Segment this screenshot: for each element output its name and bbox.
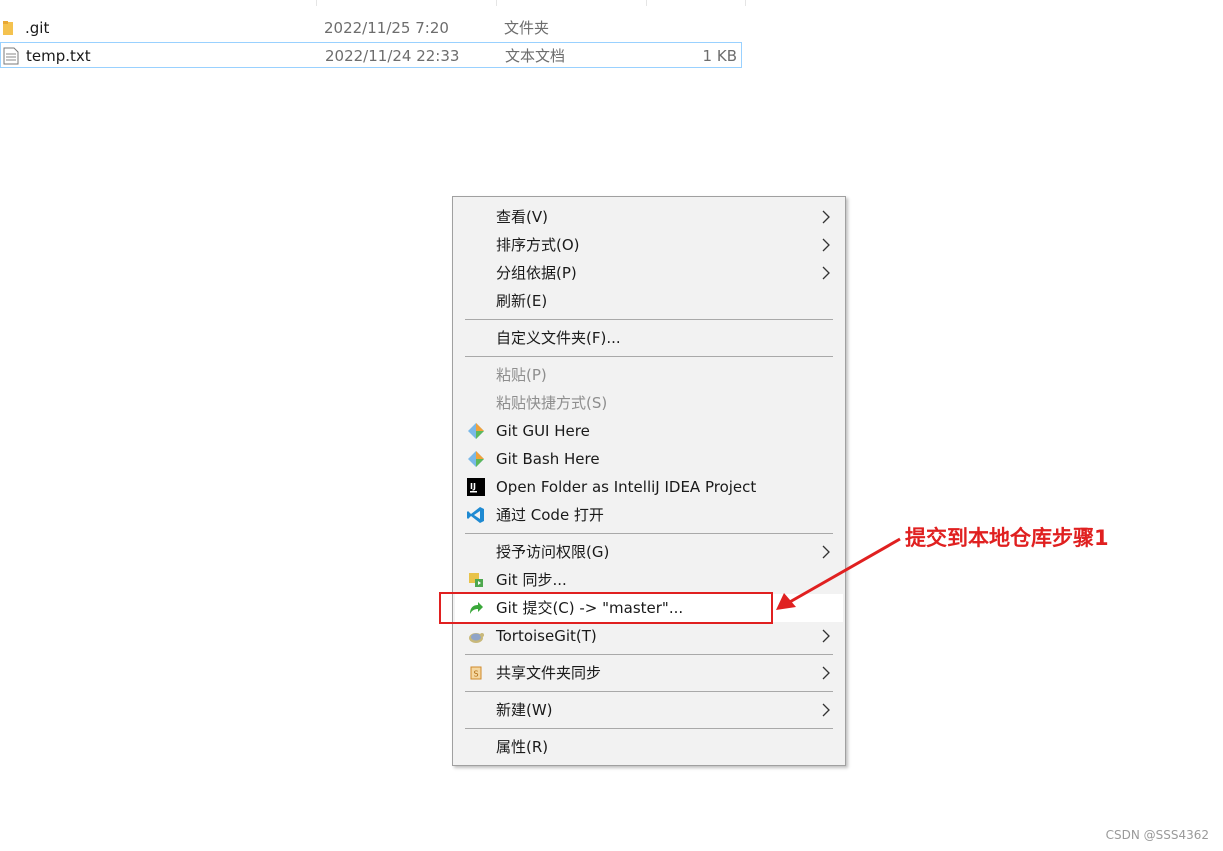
- git-icon: [468, 451, 484, 467]
- tortoisegit-icon: [469, 633, 484, 643]
- menu-item-label: 授予访问权限(G): [496, 543, 610, 561]
- file-date: 2022/11/25 7:20: [324, 19, 449, 37]
- menu-item-label: Git Bash Here: [496, 450, 600, 468]
- column-divider: [496, 0, 497, 6]
- text-file-icon: [3, 47, 19, 65]
- menu-item-label: Git GUI Here: [496, 422, 590, 440]
- chevron-right-icon: [822, 238, 830, 252]
- folder-icon: [3, 21, 13, 35]
- menu-item-view[interactable]: 查看(V): [455, 203, 843, 231]
- menu-item-label: 刷新(E): [496, 292, 548, 310]
- menu-separator: [465, 654, 833, 655]
- share-sync-icon: S: [470, 666, 482, 680]
- file-type: 文本文档: [505, 47, 566, 65]
- menu-item-share-sync[interactable]: S 共享文件夹同步: [455, 659, 843, 687]
- annotation-label: 提交到本地仓库步骤1: [905, 526, 1109, 550]
- file-name: .git: [25, 19, 50, 37]
- chevron-right-icon: [822, 266, 830, 280]
- menu-item-label: 通过 Code 打开: [496, 506, 604, 524]
- column-divider: [316, 0, 317, 6]
- menu-item-git-gui[interactable]: Git GUI Here: [455, 417, 843, 445]
- menu-item-vscode[interactable]: 通过 Code 打开: [455, 501, 843, 529]
- menu-separator: [465, 691, 833, 692]
- chevron-right-icon: [822, 703, 830, 717]
- menu-separator: [465, 533, 833, 534]
- chevron-right-icon: [822, 629, 830, 643]
- menu-item-label: Git 同步...: [496, 571, 567, 589]
- git-icon: [468, 423, 484, 439]
- file-row-temp[interactable]: temp.txt 2022/11/24 22:33 文本文档 1 KB: [0, 42, 742, 68]
- column-divider: [646, 0, 647, 6]
- watermark: CSDN @SSS4362: [1105, 828, 1209, 842]
- menu-item-label: 新建(W): [496, 701, 553, 719]
- menu-item-refresh[interactable]: 刷新(E): [455, 287, 843, 315]
- svg-text:S: S: [474, 670, 479, 679]
- chevron-right-icon: [822, 666, 830, 680]
- file-type: 文件夹: [504, 19, 550, 37]
- context-menu: 查看(V) 排序方式(O) 分组依据(P) 刷新(E) 自定义文件夹(F)...…: [452, 196, 846, 766]
- menu-item-label: 分组依据(P): [496, 264, 577, 282]
- annotation-arrow: [776, 537, 901, 610]
- file-size: 1 KB: [702, 47, 737, 65]
- menu-item-label: 排序方式(O): [496, 236, 580, 254]
- menu-item-label: TortoiseGit(T): [496, 627, 597, 645]
- menu-item-paste[interactable]: 粘贴(P): [455, 361, 843, 389]
- menu-item-group[interactable]: 分组依据(P): [455, 259, 843, 287]
- menu-item-label: 粘贴(P): [496, 366, 547, 384]
- menu-item-customize[interactable]: 自定义文件夹(F)...: [455, 324, 843, 352]
- file-row-git[interactable]: .git 2022/11/25 7:20 文件夹: [0, 0, 746, 41]
- annotation-highlight-box: [439, 592, 773, 624]
- menu-item-label: 自定义文件夹(F)...: [496, 329, 621, 347]
- svg-text:IJ: IJ: [470, 482, 476, 491]
- vscode-icon: [467, 507, 484, 523]
- menu-item-properties[interactable]: 属性(R): [455, 733, 843, 761]
- menu-item-paste-shortcut[interactable]: 粘贴快捷方式(S): [455, 389, 843, 417]
- menu-item-label: 查看(V): [496, 208, 548, 226]
- menu-item-new[interactable]: 新建(W): [455, 696, 843, 724]
- menu-item-git-bash[interactable]: Git Bash Here: [455, 445, 843, 473]
- menu-item-label: 属性(R): [496, 738, 549, 756]
- file-name: temp.txt: [26, 47, 91, 65]
- menu-separator: [465, 319, 833, 320]
- menu-item-label: 共享文件夹同步: [496, 664, 602, 682]
- menu-separator: [465, 356, 833, 357]
- menu-item-label: Open Folder as IntelliJ IDEA Project: [496, 478, 757, 496]
- menu-item-intellij[interactable]: IJ Open Folder as IntelliJ IDEA Project: [455, 473, 843, 501]
- git-sync-icon: [469, 573, 483, 587]
- menu-item-sort[interactable]: 排序方式(O): [455, 231, 843, 259]
- file-date: 2022/11/24 22:33: [325, 47, 460, 65]
- chevron-right-icon: [822, 210, 830, 224]
- menu-item-tortoisegit[interactable]: TortoiseGit(T): [455, 622, 843, 650]
- intellij-icon: IJ: [467, 478, 485, 496]
- menu-item-label: 粘贴快捷方式(S): [496, 394, 608, 412]
- menu-separator: [465, 728, 833, 729]
- column-divider: [745, 0, 746, 6]
